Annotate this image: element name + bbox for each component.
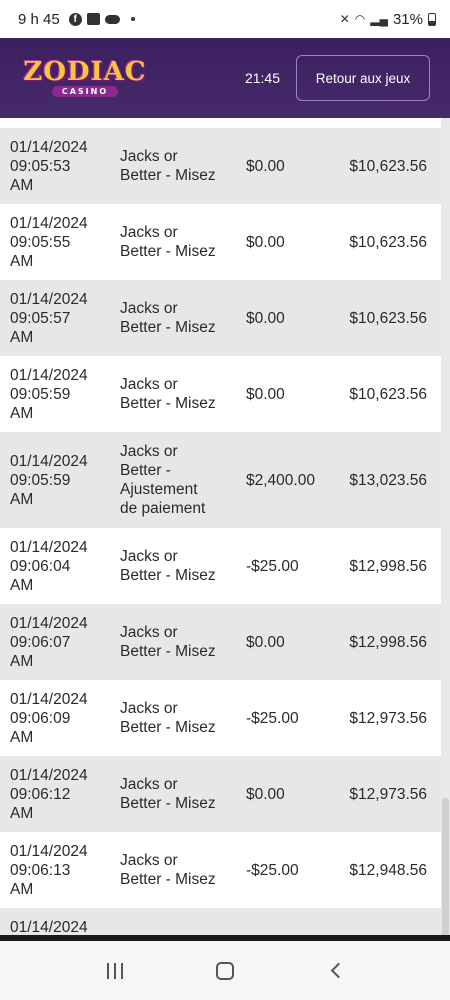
recent-apps-button[interactable] [95, 951, 135, 991]
logo-sub-text: CASINO [51, 86, 119, 97]
wifi-icon: ◠ [354, 12, 366, 26]
transaction-game: Jacks or Better - Misez [120, 300, 216, 336]
cloud-icon [104, 14, 120, 24]
transaction-amount: -$25.00 [246, 861, 299, 879]
transaction-history[interactable]: 01/14/2024 09:05:53 AM Jacks or Better - Mis… [0, 118, 450, 941]
transaction-balance: $12,998.56 [349, 557, 427, 575]
transaction-row: 01/14/2024 09:05:59 AM Jacks or Better - Ajus… [0, 432, 441, 528]
status-left: 9 h 45 f [18, 11, 135, 28]
transaction-amount: -$25.00 [246, 557, 299, 575]
mute-icon: ✕ [339, 12, 350, 26]
transaction-game: Jacks or Better - Ajustement de paiement [120, 443, 206, 517]
transaction-game: Jacks or Better - Misez [120, 852, 216, 888]
transaction-date: 01/14/2024 09:05:57 AM [10, 290, 88, 346]
back-button[interactable] [315, 951, 355, 991]
transaction-game: Jacks or Better - Misez [120, 700, 216, 736]
transaction-balance: $10,623.56 [349, 309, 427, 327]
transaction-date: 01/14/2024 09:05:53 AM [10, 138, 88, 194]
transaction-row: 01/14/2024 09:05:55 AM Jacks or Better - Mis… [0, 204, 441, 280]
transaction-row: 01/14/2024 09:05:57 AM Jacks or Better - Mis… [0, 280, 441, 356]
transaction-amount: $0.00 [246, 785, 285, 803]
transaction-date: 01/14/2024 09:06:07 AM [10, 614, 88, 670]
transaction-game: Jacks or Better - Misez [120, 224, 216, 260]
home-icon [216, 961, 234, 980]
transaction-amount: -$25.00 [246, 709, 299, 727]
transaction-row: 01/14/2024 09:06:13 AM Jacks or Better - Mis… [0, 832, 441, 908]
transaction-date: 01/14/2024 09:06:09 AM [10, 690, 88, 746]
transaction-game: Jacks or Better - Misez [120, 148, 216, 184]
transaction-balance: $10,623.56 [349, 233, 427, 251]
transaction-date: 01/14/2024 09:05:59 AM [10, 366, 88, 422]
status-bar: 9 h 45 f ✕ ◠ ▂▄ 31% [0, 0, 450, 38]
transaction-row: 01/14/2024 09:05:53 AM Jacks or Better - Mis… [0, 128, 441, 204]
more-notifications-icon [130, 17, 135, 21]
transaction-date: 01/14/2024 09:06:12 AM [10, 766, 88, 822]
transaction-amount: $0.00 [246, 309, 285, 327]
transaction-balance: $13,023.56 [349, 471, 427, 489]
transaction-balance: $10,623.56 [349, 157, 427, 175]
battery-icon [428, 12, 436, 26]
zodiac-casino-logo[interactable]: ZODIAC CASINO [22, 57, 148, 99]
battery-percent: 31% [392, 10, 423, 28]
status-time: 9 h 45 [18, 10, 60, 28]
transaction-amount: $0.00 [246, 157, 285, 175]
transaction-row: 01/14/2024 09:05:59 AM Jacks or Better - Mis… [0, 356, 441, 432]
transaction-balance: $12,973.56 [349, 785, 427, 803]
back-arrow-icon [330, 962, 346, 979]
transaction-date: 01/14/2024 09:06:13 AM [10, 842, 88, 898]
back-to-games-button[interactable]: Retour aux jeux [296, 55, 430, 101]
transaction-row: 01/14/2024 09:06:07 AM Jacks or Better - Mis… [0, 604, 441, 680]
transaction-row: 01/14/2024 09:06:04 AM Jacks or Better - Mis… [0, 528, 441, 604]
transaction-game: Jacks or Better - Misez [120, 776, 216, 812]
system-nav-bar [0, 941, 450, 1000]
transaction-game: Jacks or Better - Misez [120, 376, 216, 412]
transaction-amount: $0.00 [246, 385, 285, 403]
gallery-icon [86, 13, 100, 25]
transaction-row: 01/14/2024 09:06:12 AM Jacks or Better - Mis… [0, 756, 441, 832]
transaction-balance: $10,623.56 [349, 385, 427, 403]
transaction-date: 01/14/2024 09:05:59 AM [10, 452, 88, 508]
transaction-game: Jacks or Better - Misez [120, 624, 216, 660]
transaction-amount: $0.00 [246, 233, 285, 251]
transaction-table: 01/14/2024 09:05:53 AM Jacks or Better - Mis… [0, 128, 441, 941]
transaction-date: 01/14/2024 09:06:04 AM [10, 538, 88, 594]
header-clock: 21:45 [244, 70, 280, 86]
transaction-balance: $12,948.56 [349, 861, 427, 879]
transaction-amount: $2,400.00 [246, 471, 315, 489]
home-button[interactable] [205, 951, 245, 991]
status-right: ✕ ◠ ▂▄ 31% [340, 11, 436, 28]
transaction-game: Jacks or Better - Misez [120, 548, 216, 584]
app-header: ZODIAC CASINO 21:45 Retour aux jeux [0, 38, 450, 118]
recents-icon [107, 962, 123, 979]
facebook-icon: f [68, 12, 82, 26]
transaction-balance: $12,998.56 [349, 633, 427, 651]
transaction-row: 01/14/2024 09:06:09 AM Jacks or Better - Mis… [0, 680, 441, 756]
scrollbar-thumb[interactable] [442, 798, 449, 938]
transaction-balance: $12,973.56 [349, 709, 427, 727]
logo-main-text: ZODIAC [23, 57, 147, 87]
transaction-date: 01/14/2024 09:05:55 AM [10, 214, 88, 270]
signal-icon: ▂▄ [370, 12, 388, 26]
transaction-amount: $0.00 [246, 633, 285, 651]
scrollbar-track[interactable] [441, 118, 450, 941]
